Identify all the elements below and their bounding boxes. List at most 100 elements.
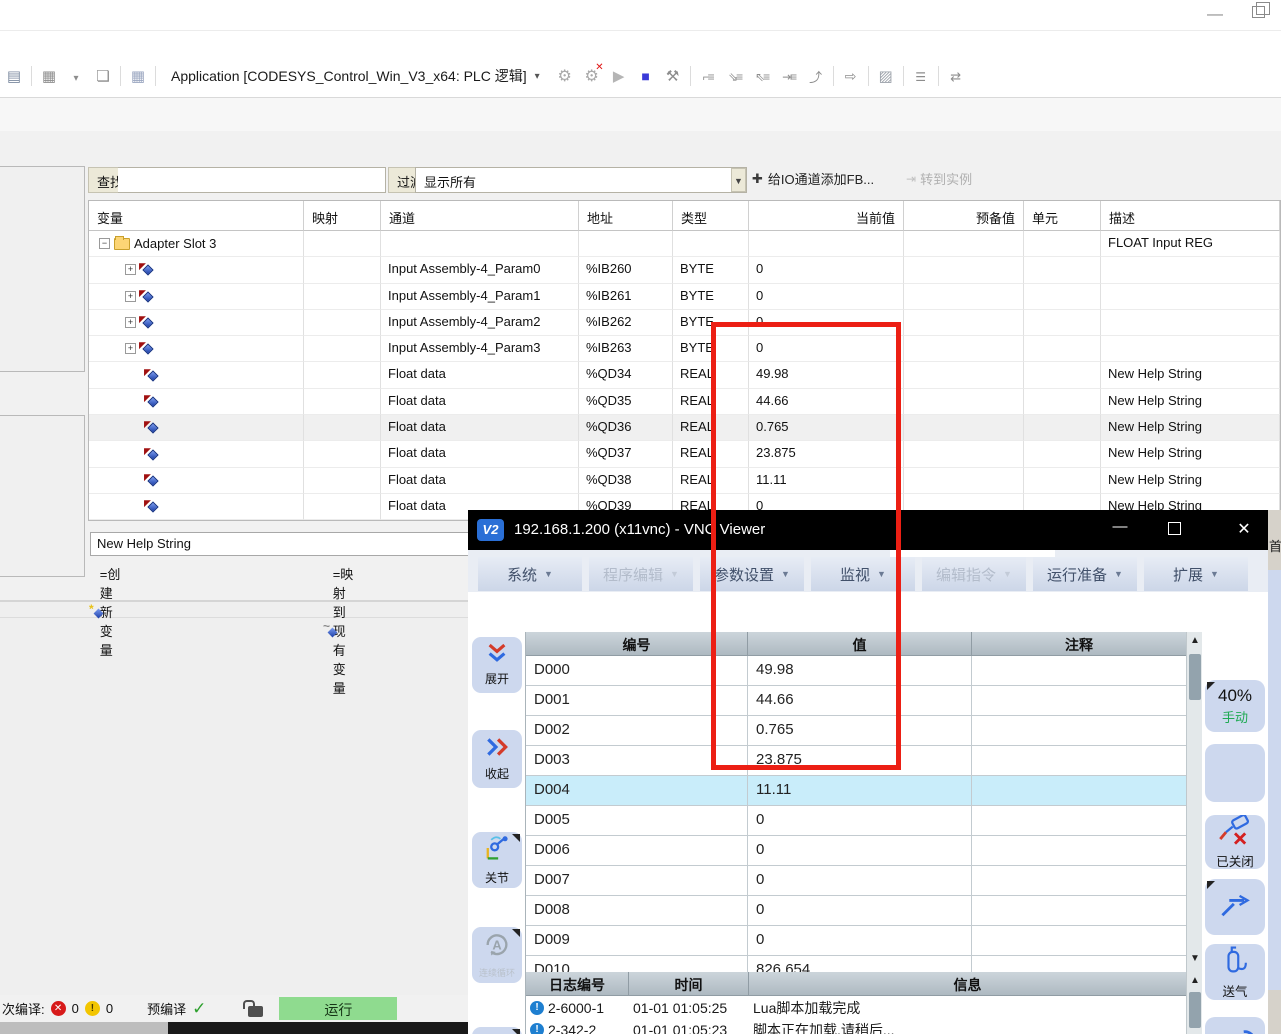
callstack-icon[interactable] (911, 68, 931, 85)
io-prepared-value-cell[interactable] (904, 336, 1024, 362)
login-icon[interactable] (555, 66, 575, 86)
io-table-row[interactable]: +◤Input Assembly-4_Param0%IB260BYTE0 (89, 257, 1280, 283)
vnc-menu-tab-运行准备[interactable]: 运行准备▼ (1033, 557, 1137, 591)
vnc-button-收起[interactable]: 收起 (472, 730, 522, 788)
io-prepared-value-cell[interactable] (904, 389, 1024, 415)
scrollbar-thumb[interactable] (1189, 654, 1201, 700)
speed-mode-button[interactable]: 40%手动 (1205, 680, 1265, 732)
step-into-icon[interactable] (725, 68, 745, 85)
io-table-row[interactable]: +◤Input Assembly-4_Param1%IB261BYTE0 (89, 284, 1280, 310)
find-input[interactable] (118, 167, 386, 193)
io-prepared-value-cell[interactable] (904, 310, 1024, 336)
chevron-down-icon[interactable] (66, 68, 86, 85)
log-row[interactable]: !2-6000-101-01 01:05:25Lua脚本加载完成 (526, 996, 1186, 1018)
parameter-row[interactable]: D0090 (526, 926, 1186, 956)
step-over-icon[interactable] (698, 68, 718, 85)
flow-control-icon[interactable] (806, 67, 826, 86)
expand-expander-icon[interactable]: + (125, 264, 136, 275)
io-variable-label: Adapter Slot 3 (134, 236, 216, 251)
parameter-scrollbar[interactable]: ▲ ▼ (1186, 632, 1202, 972)
io-prepared-value-cell[interactable] (904, 231, 1024, 257)
parameter-comment-cell (972, 896, 1186, 926)
io-table-row[interactable]: ◤Float data%QD38REAL11.11New Help String (89, 468, 1280, 494)
vnc-side-button[interactable] (1205, 1017, 1265, 1034)
scroll-up-icon[interactable]: ▲ (1187, 632, 1203, 650)
io-prepared-value-cell[interactable] (904, 284, 1024, 310)
vnc-close-button[interactable]: ✕ (1230, 519, 1258, 541)
goto-instance-button[interactable]: ⇥转到实例 (906, 169, 972, 188)
vnc-maximize-button[interactable] (1168, 522, 1181, 535)
restore-button[interactable] (1252, 6, 1265, 18)
parameter-row[interactable]: D0060 (526, 836, 1186, 866)
step-next-icon[interactable] (779, 68, 799, 85)
new-file-icon[interactable] (93, 67, 113, 85)
scroll-up-icon[interactable]: ▲ (1187, 972, 1203, 990)
vnc-side-button[interactable] (1205, 879, 1265, 935)
io-table-row[interactable]: ◤Float data%QD36REAL0.765New Help String (89, 415, 1280, 441)
vnc-menu-tab-程序编辑: 程序编辑▼ (589, 557, 693, 591)
parameter-row[interactable]: D010826.654 (526, 956, 1186, 972)
add-fb-button[interactable]: ✚给IO通道添加FB... (752, 169, 874, 188)
expand-expander-icon[interactable]: + (125, 343, 136, 354)
filter-dropdown-arrow-icon[interactable]: ▼ (731, 168, 746, 192)
goto-icon[interactable] (841, 68, 861, 85)
stop-icon[interactable] (636, 68, 656, 85)
expand-expander-icon[interactable]: + (125, 317, 136, 328)
minimize-button[interactable]: — (1200, 6, 1230, 24)
parameter-value-cell: 0 (748, 866, 972, 896)
vnc-button-关节[interactable]: 关节 (472, 832, 522, 888)
log-scrollbar[interactable]: ▲ (1186, 972, 1202, 1034)
build-icon[interactable] (128, 67, 148, 85)
vnc-button-已关闭[interactable]: 已关闭 (1205, 815, 1265, 869)
parameter-id-cell: D004 (526, 776, 748, 806)
scrollbar-thumb[interactable] (1189, 992, 1201, 1028)
step-out-icon[interactable] (752, 68, 772, 85)
io-mapping-cell (304, 389, 381, 415)
io-prepared-value-cell[interactable] (904, 257, 1024, 283)
vnc-minimize-button[interactable]: — (1106, 518, 1134, 540)
io-table-row[interactable]: +◤Input Assembly-4_Param3%IB263BYTE0 (89, 336, 1280, 362)
collapse-expander-icon[interactable]: − (99, 238, 110, 249)
recompile-icon[interactable] (946, 68, 966, 85)
breakpoints-icon[interactable] (876, 67, 896, 85)
variable-mapping-icon: ◤ (140, 263, 154, 276)
run-status-badge: 运行 (279, 997, 397, 1020)
scroll-down-icon[interactable]: ▼ (1187, 950, 1203, 968)
log-time-cell: 01-01 01:05:25 (629, 996, 749, 1018)
vnc-side-button[interactable] (1205, 744, 1265, 802)
logout-icon[interactable] (582, 66, 602, 86)
io-variable-cell: ◤ (89, 389, 304, 415)
io-table-row[interactable]: ◤Float data%QD37REAL23.875New Help Strin… (89, 441, 1280, 467)
io-table-row[interactable]: ◤Float data%QD34REAL49.98New Help String (89, 362, 1280, 388)
log-row[interactable]: !2-342-201-01 01:05:23脚本正在加载,请稍后... (526, 1018, 1186, 1034)
vnc-button-连续循环[interactable]: A连续循环 (472, 927, 522, 983)
io-table-row[interactable]: +◤Input Assembly-4_Param2%IB262BYTE0 (89, 310, 1280, 336)
parameter-row[interactable]: D00411.11 (526, 776, 1186, 806)
tools-icon[interactable] (663, 67, 683, 85)
parameter-row[interactable]: D0070 (526, 866, 1186, 896)
parameter-row[interactable]: D0080 (526, 896, 1186, 926)
vnc-menu-tab-扩展[interactable]: 扩展▼ (1144, 557, 1248, 591)
io-prepared-value-cell[interactable] (904, 362, 1024, 388)
parameter-column-header: 注释 (972, 632, 1186, 656)
vnc-button-power[interactable] (472, 1027, 522, 1034)
expand-expander-icon[interactable]: + (125, 291, 136, 302)
parameter-row[interactable]: D0050 (526, 806, 1186, 836)
library-icon[interactable] (39, 67, 59, 85)
io-channel-cell: Float data (381, 362, 579, 388)
io-prepared-value-cell[interactable] (904, 415, 1024, 441)
plus-icon: ✚ (752, 171, 763, 187)
application-selector[interactable]: Application [CODESYS_Control_Win_V3_x64:… (163, 63, 548, 89)
filter-dropdown[interactable]: 显示所有 (415, 167, 747, 193)
vnc-menu-tab-系统[interactable]: 系统▼ (478, 557, 582, 591)
io-prepared-value-cell[interactable] (904, 468, 1024, 494)
main-toolbar: Application [CODESYS_Control_Win_V3_x64:… (4, 60, 966, 92)
vnc-button-送气[interactable]: 送气 (1205, 944, 1265, 1000)
io-prepared-value-cell[interactable] (904, 441, 1024, 467)
io-unit-cell (1024, 310, 1101, 336)
io-table-row[interactable]: −Adapter Slot 3FLOAT Input REG (89, 231, 1280, 257)
copy-icon[interactable] (4, 67, 24, 85)
io-table-row[interactable]: ◤Float data%QD35REAL44.66New Help String (89, 389, 1280, 415)
play-icon[interactable] (609, 67, 629, 85)
vnc-button-展开[interactable]: 展开 (472, 637, 522, 693)
